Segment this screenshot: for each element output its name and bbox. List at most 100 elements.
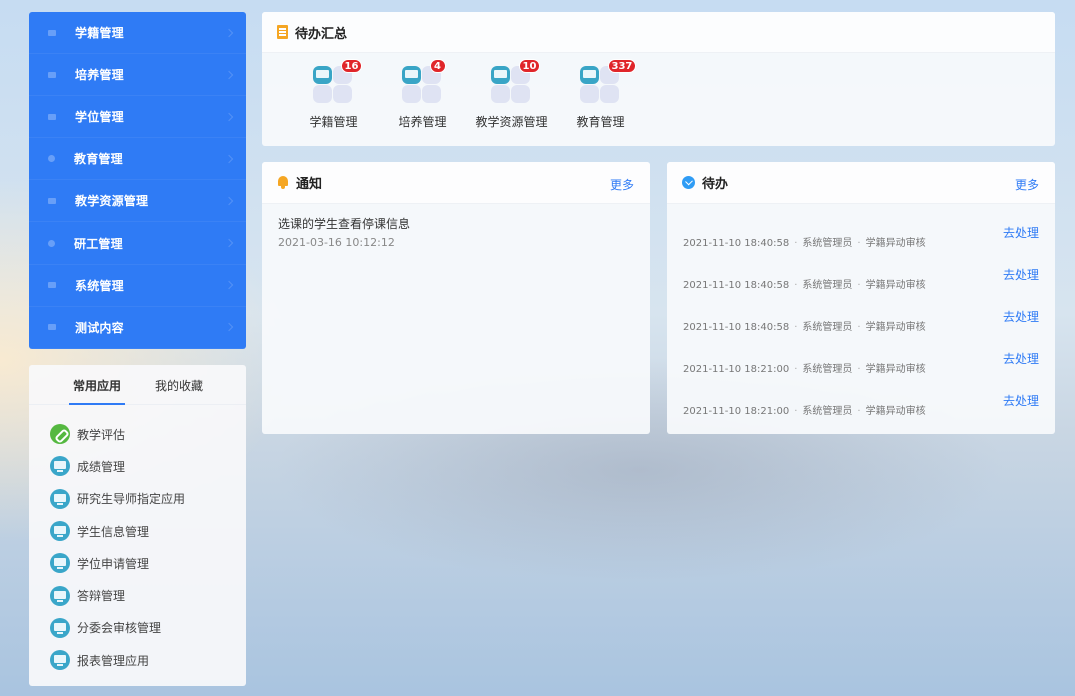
process-button[interactable]: 去处理 <box>1003 224 1039 241</box>
process-button[interactable]: 去处理 <box>1003 266 1039 283</box>
todo-time: 2021-11-10 18:40:58 <box>683 322 790 333</box>
side-nav: 学籍管理 培养管理 学位管理 教育管理 教学资源管理 研工管理 系统管理 测试内… <box>29 12 246 349</box>
more-link[interactable]: 更多 <box>1015 176 1039 193</box>
notice-title: 选课的学生查看停课信息 <box>278 217 411 231</box>
app-grid-icon: 16 <box>312 59 363 105</box>
square-icon <box>48 29 56 36</box>
app-item-label: 答辩管理 <box>77 589 126 604</box>
todo-meta: 2021-11-10 18:21:00 · 系统管理员 · 学籍异动审核 <box>683 406 926 417</box>
todo-row: 2021-11-10 18:40:58 · 系统管理员 · 学籍异动审核 去处理 <box>667 294 1055 336</box>
app-item-label: 学生信息管理 <box>77 524 150 539</box>
chevron-right-icon <box>224 112 234 121</box>
chevron-right-icon <box>224 70 234 79</box>
todo-meta: 2021-11-10 18:40:58 · 系统管理员 · 学籍异动审核 <box>683 322 926 333</box>
circle-icon <box>48 155 55 163</box>
app-item[interactable]: 研究生导师指定应用 <box>29 483 246 515</box>
todo-row: 2021-11-10 18:21:00 · 系统管理员 · 学籍异动审核 去处理 <box>667 336 1055 378</box>
process-button[interactable]: 去处理 <box>1003 350 1039 367</box>
app-grid-icon: 337 <box>579 59 637 105</box>
app-list: 教学评估 成绩管理 研究生导师指定应用 学生信息管理 学位申请管理 答辩管理 分… <box>29 405 246 676</box>
card-header: 待办汇总 <box>262 12 1055 53</box>
app-item[interactable]: 答辩管理 <box>29 579 246 611</box>
todo-row: 2021-11-10 18:40:58 · 系统管理员 · 学籍异动审核 去处理 <box>667 252 1055 294</box>
app-grid-icon: 10 <box>490 59 541 105</box>
card-title: 通知 <box>296 177 323 192</box>
app-item-label: 教学评估 <box>77 427 126 442</box>
square-icon <box>48 197 56 204</box>
todo-row: 2021-11-10 18:21:00 · 系统管理员 · 学籍异动审核 去处理 <box>667 378 1055 420</box>
nav-item-peiyang[interactable]: 培养管理 <box>29 54 246 97</box>
card-header: 待办 更多 <box>667 162 1055 204</box>
count-badge: 337 <box>607 59 637 73</box>
nav-item-jiaoxueziyuan[interactable]: 教学资源管理 <box>29 180 246 223</box>
nav-item-label: 学籍管理 <box>75 26 124 41</box>
monitor-icon <box>50 456 70 477</box>
todo-time: 2021-11-10 18:21:00 <box>683 406 790 417</box>
nav-item-label: 系统管理 <box>75 278 124 293</box>
summary-items: 16 学籍管理 4 培养管理 10 教学资源管理 337 教育管理 <box>262 53 1055 130</box>
todo-meta: 2021-11-10 18:40:58 · 系统管理员 · 学籍异动审核 <box>683 238 926 249</box>
nav-item-label: 培养管理 <box>75 68 124 83</box>
clock-icon <box>682 176 695 189</box>
summary-item-label: 培养管理 <box>398 115 447 129</box>
apps-panel: 常用应用 我的收藏 教学评估 成绩管理 研究生导师指定应用 学生信息管理 学位申… <box>29 365 246 686</box>
link-icon <box>50 424 70 445</box>
app-item[interactable]: 学生信息管理 <box>29 515 246 547</box>
card-title: 待办汇总 <box>295 26 348 42</box>
chevron-right-icon <box>224 280 234 290</box>
nav-item-label: 测试内容 <box>75 320 124 335</box>
count-badge: 4 <box>429 59 446 73</box>
chevron-right-icon <box>224 238 234 248</box>
nav-item-yangong[interactable]: 研工管理 <box>29 222 246 265</box>
nav-item-xuewei[interactable]: 学位管理 <box>29 96 246 139</box>
app-item-label: 研究生导师指定应用 <box>77 492 186 507</box>
monitor-icon <box>50 521 70 542</box>
square-icon <box>48 324 56 331</box>
more-link[interactable]: 更多 <box>610 176 634 193</box>
nav-item-xitong[interactable]: 系统管理 <box>29 265 246 307</box>
tab-favorites[interactable]: 我的收藏 <box>155 365 203 405</box>
tab-common-apps[interactable]: 常用应用 <box>68 365 126 405</box>
summary-item[interactable]: 4 培养管理 <box>378 59 467 130</box>
monitor-icon <box>50 585 70 606</box>
app-item[interactable]: 分委会审核管理 <box>29 612 246 644</box>
todo-user: 系统管理员 <box>802 406 853 417</box>
nav-item-label: 教育管理 <box>74 152 123 167</box>
summary-item[interactable]: 16 学籍管理 <box>289 59 378 130</box>
app-item[interactable]: 学位申请管理 <box>29 547 246 579</box>
bell-icon <box>277 176 289 189</box>
app-item[interactable]: 教学评估 <box>29 418 246 450</box>
app-item[interactable]: 成绩管理 <box>29 450 246 482</box>
todo-card: 待办 更多 2021-11-10 18:40:58 · 系统管理员 · 学籍异动审核 去… <box>667 162 1055 434</box>
square-icon <box>48 113 56 120</box>
app-item-label: 成绩管理 <box>77 459 126 474</box>
todo-meta: 2021-11-10 18:21:00 · 系统管理员 · 学籍异动审核 <box>683 364 926 375</box>
summary-item[interactable]: 337 教育管理 <box>556 59 645 130</box>
card-title: 待办 <box>702 177 729 192</box>
todo-meta: 2021-11-10 18:40:58 · 系统管理员 · 学籍异动审核 <box>683 280 926 291</box>
summary-item-label: 学籍管理 <box>309 115 358 129</box>
nav-item-xueji[interactable]: 学籍管理 <box>29 12 246 55</box>
notice-item[interactable]: 选课的学生查看停课信息 2021-03-16 10:12:12 <box>262 204 650 260</box>
todo-row: 2021-11-10 18:40:58 · 系统管理员 · 学籍异动审核 去处理 <box>667 210 1055 252</box>
app-item-label: 分委会审核管理 <box>77 621 162 636</box>
nav-item-jiaoyu[interactable]: 教育管理 <box>29 138 246 181</box>
todo-type: 学籍异动审核 <box>865 322 926 333</box>
process-button[interactable]: 去处理 <box>1003 308 1039 325</box>
square-icon <box>48 282 56 289</box>
summary-item-label: 教学资源管理 <box>475 115 548 129</box>
monitor-icon <box>50 488 70 509</box>
todo-type: 学籍异动审核 <box>865 364 926 375</box>
notice-card: 通知 更多 选课的学生查看停课信息 2021-03-16 10:12:12 <box>262 162 650 434</box>
process-button[interactable]: 去处理 <box>1003 392 1039 409</box>
summary-item[interactable]: 10 教学资源管理 <box>467 59 556 130</box>
apps-tabs: 常用应用 我的收藏 <box>29 365 246 405</box>
monitor-icon <box>50 553 70 574</box>
chevron-right-icon <box>224 154 234 164</box>
app-item[interactable]: 报表管理应用 <box>29 644 246 676</box>
notice-time: 2021-03-16 10:12:12 <box>278 236 395 249</box>
todo-list: 2021-11-10 18:40:58 · 系统管理员 · 学籍异动审核 去处理 202… <box>667 204 1055 420</box>
todo-time: 2021-11-10 18:40:58 <box>683 280 790 291</box>
nav-item-ceshi[interactable]: 测试内容 <box>29 307 246 349</box>
nav-item-label: 学位管理 <box>75 110 124 125</box>
